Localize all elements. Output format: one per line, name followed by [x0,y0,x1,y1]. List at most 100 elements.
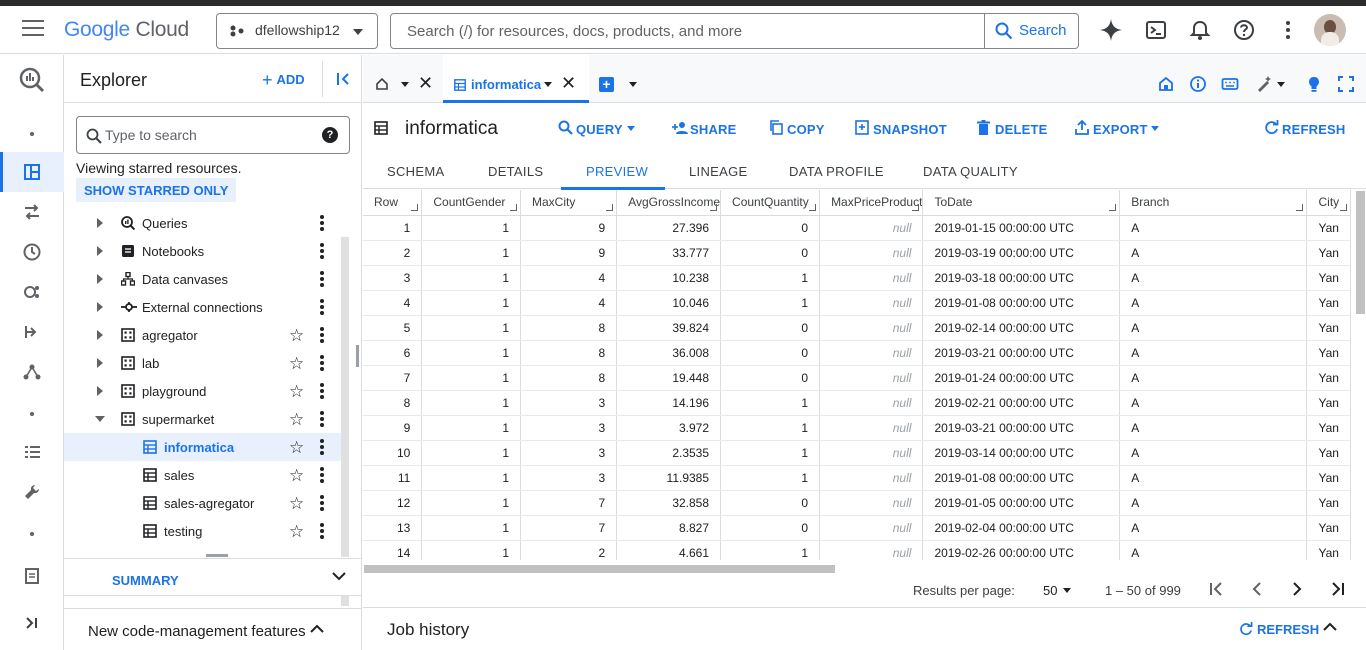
more-options-icon[interactable] [320,299,324,317]
data-transfer-icon[interactable] [22,202,42,222]
explorer-scrollbar-lower[interactable] [341,596,349,606]
tab-data-quality[interactable]: DATA QUALITY [923,164,1018,179]
tree-item-testing[interactable]: testing ☆ [64,517,344,545]
tree-item-queries[interactable]: Queries [64,209,344,237]
star-icon[interactable]: ☆ [289,494,304,514]
pipelines-icon[interactable] [22,322,42,342]
column-header[interactable]: Branch [1119,190,1308,216]
home-icon[interactable] [375,77,389,91]
bigquery-icon[interactable] [19,67,45,93]
column-header[interactable]: MaxPriceProduct [819,190,924,216]
scheduled-queries-icon[interactable] [22,242,42,262]
summary-resize-handle[interactable] [206,554,228,557]
fullscreen-icon[interactable] [1337,75,1355,93]
global-search-input[interactable] [391,14,986,48]
table-row[interactable]: 12 1 7 32.858 0 null 2019-01-05 00:00:00 UTC A Y… [363,490,1351,516]
expand-down-icon[interactable] [95,416,105,422]
more-options-icon[interactable] [320,439,324,457]
tab-schema[interactable]: SCHEMA [387,164,444,179]
tab-data-profile[interactable]: DATA PROFILE [789,164,884,179]
release-notes-icon[interactable] [22,566,42,586]
gemini-pen-icon[interactable] [1255,75,1273,93]
chevron-down-icon[interactable] [401,82,409,87]
collapse-panel-icon[interactable] [336,71,352,87]
wrench-icon[interactable] [22,482,42,502]
keyboard-icon[interactable] [1221,75,1239,93]
star-icon[interactable]: ☆ [289,466,304,486]
more-options-icon[interactable] [320,243,324,261]
expand-right-icon[interactable] [97,386,103,396]
more-options-icon[interactable] [320,271,324,289]
chevron-down-icon[interactable] [544,82,552,87]
tab-preview[interactable]: PREVIEW [586,164,648,179]
analytics-hub-icon[interactable] [22,282,42,302]
star-icon[interactable]: ☆ [289,326,304,346]
column-header[interactable]: CountGender [421,190,521,216]
info-icon[interactable] [1189,75,1207,93]
star-icon[interactable]: ☆ [289,382,304,402]
column-header[interactable]: City [1306,190,1351,216]
previous-page-icon[interactable] [1249,580,1265,598]
table-vertical-scrollbar[interactable] [1356,191,1365,314]
last-page-icon[interactable] [1329,580,1345,598]
chevron-up-icon[interactable] [1323,622,1337,632]
tree-item-sales-agregator[interactable]: sales-agregator ☆ [64,489,344,517]
more-options-icon[interactable] [320,383,324,401]
close-tab-icon[interactable]: ✕ [418,73,433,94]
star-icon[interactable]: ☆ [289,522,304,542]
star-icon[interactable]: ☆ [289,354,304,374]
expand-right-icon[interactable] [97,246,103,256]
tree-item-supermarket[interactable]: supermarket ☆ [64,405,344,433]
job-history-refresh-button[interactable]: REFRESH [1239,622,1319,637]
new-code-features[interactable]: New code-management features [64,608,362,650]
notifications-icon[interactable] [1189,19,1211,41]
tab-informatica[interactable]: informatica ✕ [443,55,589,103]
expand-right-icon[interactable] [97,330,103,340]
table-row[interactable]: 6 1 8 36.008 0 null 2019-03-21 00:00:00 UTC A Ya… [363,340,1351,366]
table-row[interactable]: 5 1 8 39.824 0 null 2019-02-14 00:00:00 UTC A Ya… [363,315,1351,341]
more-options-icon[interactable] [1277,19,1299,41]
gemini-icon[interactable] [1100,19,1122,41]
list-icon[interactable] [22,442,42,462]
explorer-search-input[interactable] [105,117,305,153]
more-options-icon[interactable] [320,495,324,513]
expand-right-icon[interactable] [97,358,103,368]
tree-item-lab[interactable]: lab ☆ [64,349,344,377]
table-row[interactable]: 2 1 9 33.777 0 null 2019-03-19 00:00:00 UTC A Ya… [363,240,1351,266]
tree-item-external-connections[interactable]: External connections [64,293,344,321]
home-icon[interactable] [1157,75,1175,93]
more-options-icon[interactable] [320,523,324,541]
tab-details[interactable]: DETAILS [488,164,543,179]
column-header[interactable]: Row [363,190,423,216]
expand-right-icon[interactable] [97,302,103,312]
lightbulb-icon[interactable] [1305,75,1323,93]
chevron-down-icon[interactable] [629,82,637,87]
tab-lineage[interactable]: LINEAGE [689,164,747,179]
table-row[interactable]: 1 1 9 27.396 0 null 2019-01-15 00:00:00 UTC A Ya… [363,215,1351,241]
tree-item-playground[interactable]: playground ☆ [64,377,344,405]
star-icon[interactable]: ☆ [289,410,304,430]
account-avatar[interactable] [1314,14,1346,46]
tree-item-data-canvases[interactable]: Data canvases [64,265,344,293]
first-page-icon[interactable] [1209,580,1225,598]
tree-item-informatica[interactable]: informatica ☆ [64,433,344,461]
chevron-down-icon[interactable] [1277,82,1285,87]
explorer-scrollbar[interactable] [341,237,349,557]
show-starred-button[interactable]: SHOW STARRED ONLY [76,178,237,202]
table-row[interactable]: 7 1 8 19.448 0 null 2019-01-24 00:00:00 UTC A Ya… [363,365,1351,391]
help-icon[interactable] [1233,19,1255,41]
add-button[interactable]: + ADD [262,70,305,91]
new-tab-button[interactable]: + [599,77,614,92]
more-options-icon[interactable] [320,215,324,233]
table-row[interactable]: 3 1 4 10.238 1 null 2019-03-18 00:00:00 UTC A Ya… [363,265,1351,291]
table-row[interactable]: 13 1 7 8.827 0 null 2019-02-04 00:00:00 UTC A Ya… [363,515,1351,541]
column-header[interactable]: CountQuantity [720,190,821,216]
more-options-icon[interactable] [320,411,324,429]
more-options-icon[interactable] [320,355,324,373]
dataform-icon[interactable] [22,362,42,382]
project-selector[interactable]: dfellowship12 [216,13,378,49]
table-row[interactable]: 9 1 3 3.972 1 null 2019-03-21 00:00:00 UTC A Yan [363,415,1351,441]
expand-right-icon[interactable] [97,218,103,228]
search-button[interactable]: Search [984,14,1078,48]
star-icon[interactable]: ☆ [289,438,304,458]
